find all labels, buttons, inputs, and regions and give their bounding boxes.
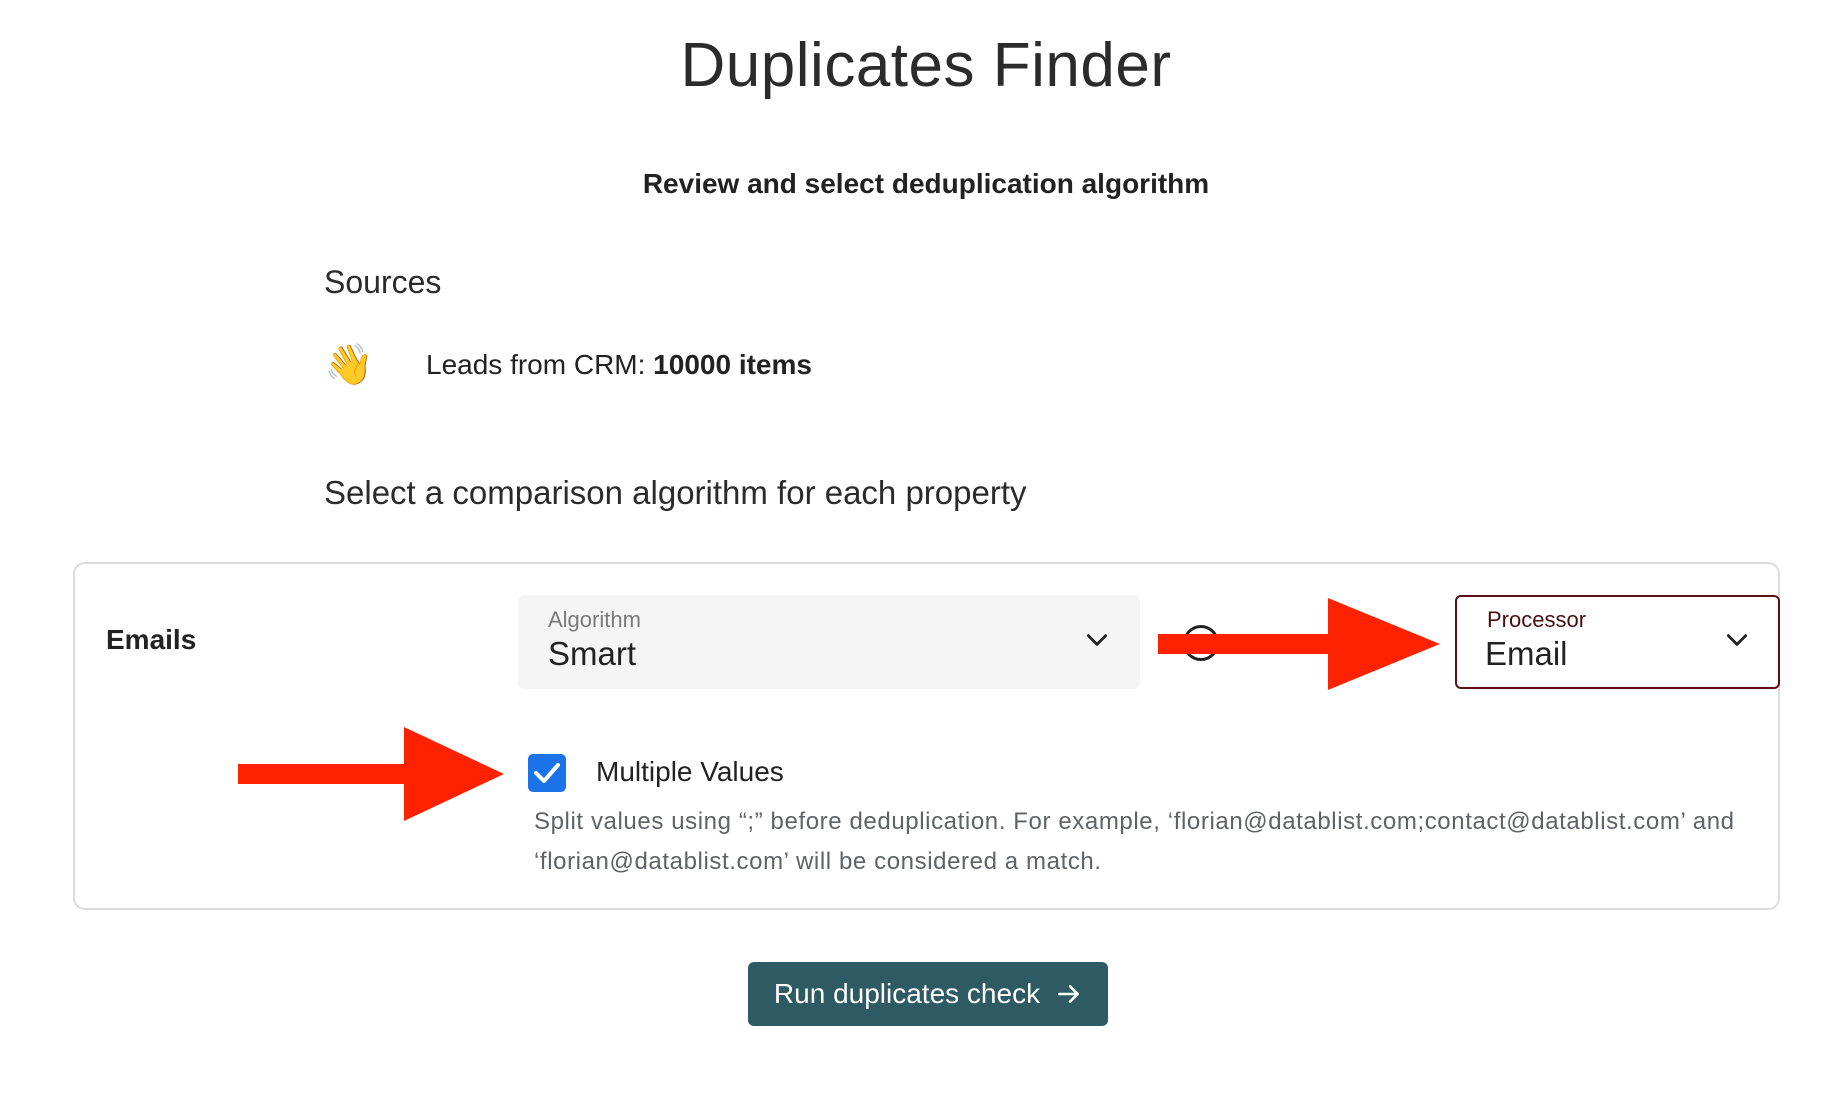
checkmark-icon — [534, 763, 560, 783]
processor-select-label: Processor — [1487, 607, 1587, 632]
run-duplicates-check-button[interactable]: Run duplicates check — [748, 962, 1108, 1026]
waving-hand-icon: 👋 — [324, 343, 374, 387]
page-title: Duplicates Finder — [680, 31, 1172, 100]
sources-heading: Sources — [324, 264, 442, 300]
multiple-values-help: Split values using “;” before deduplicat… — [534, 808, 1735, 875]
arrow-right-icon — [1058, 985, 1080, 1003]
chevron-down-icon — [1086, 634, 1108, 646]
multiple-values-checkbox[interactable] — [528, 754, 566, 792]
chevron-down-icon — [1726, 634, 1748, 646]
algorithm-section-heading: Select a comparison algorithm for each p… — [324, 474, 1027, 511]
page-subtitle: Review and select deduplication algorith… — [642, 168, 1210, 199]
processor-select[interactable]: Processor Email — [1455, 595, 1780, 689]
algorithm-select-value: Smart — [548, 635, 637, 672]
source-item: 👋 Leads from CRM: 10000 items — [324, 340, 812, 390]
property-name: Emails — [106, 624, 197, 655]
multiple-values-label: Multiple Values — [596, 756, 784, 787]
source-text: Leads from CRM: 10000 items — [426, 349, 812, 381]
algorithm-select-label: Algorithm — [548, 607, 641, 632]
annotation-arrow-checkbox — [238, 727, 504, 821]
algorithm-select[interactable]: Algorithm Smart — [518, 595, 1140, 689]
processor-select-value: Email — [1485, 635, 1568, 672]
source-count: 10000 items — [653, 349, 812, 380]
run-button-label: Run duplicates check — [773, 978, 1041, 1009]
source-label: Leads from CRM: — [426, 349, 654, 380]
annotation-arrow-processor — [1158, 598, 1440, 690]
